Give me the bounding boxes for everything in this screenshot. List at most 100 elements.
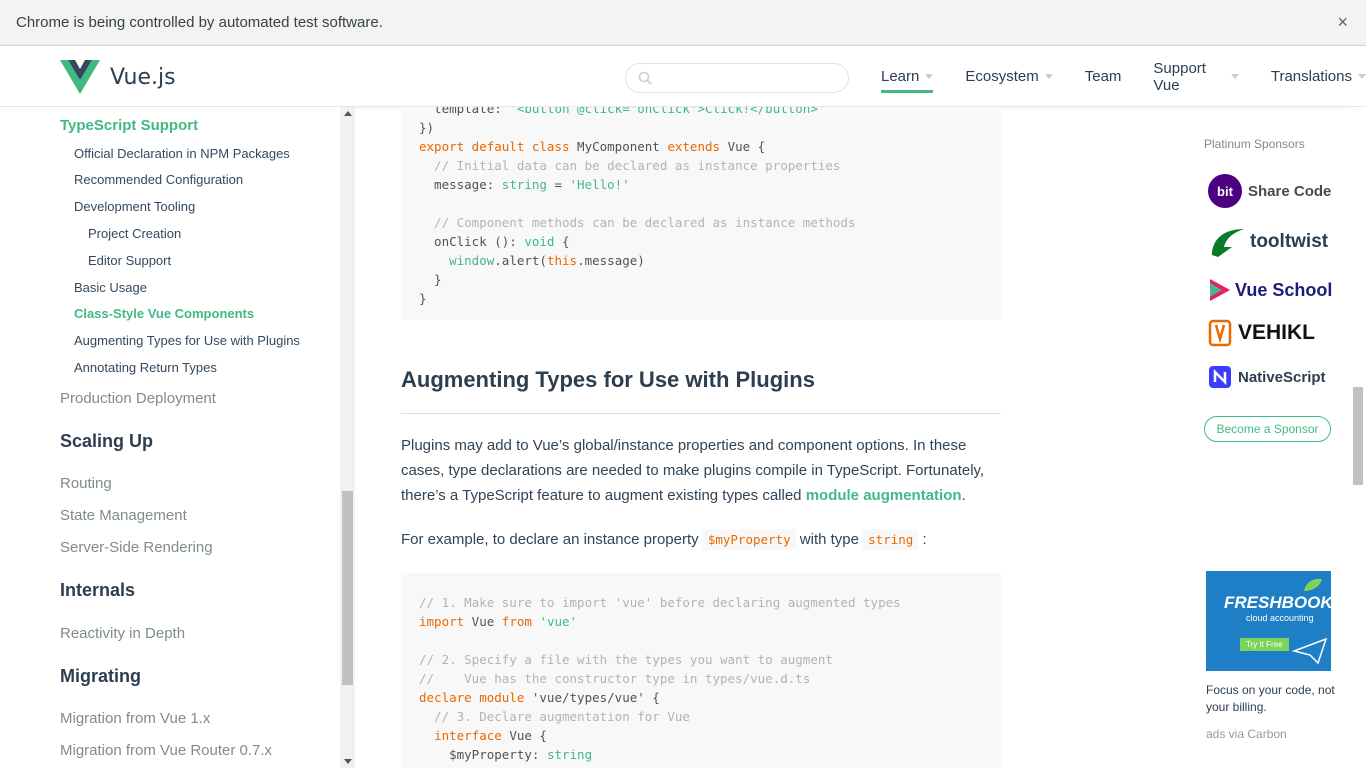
freshbooks-ad[interactable]: FRESHBOOKS cloud accounting Try It Free — [1206, 571, 1344, 671]
nav-ecosystem[interactable]: Ecosystem — [965, 62, 1053, 92]
code-line: template: '<button @click="onClick">Clic… — [419, 107, 825, 118]
sidebar-item-editor-support[interactable]: Editor Support — [88, 253, 171, 268]
sidebar-scrollbar-thumb[interactable] — [342, 491, 353, 685]
sidebar-item-production-deployment[interactable]: Production Deployment — [60, 390, 216, 407]
logo[interactable]: Vue.js — [60, 60, 176, 94]
sidebar-item-official-declaration[interactable]: Official Declaration in NPM Packages — [74, 146, 290, 161]
chevron-down-icon — [925, 73, 934, 79]
sponsor-name: Vue School — [1235, 279, 1333, 300]
sidebar-item-annotating-return-types[interactable]: Annotating Return Types — [74, 360, 217, 375]
code-line: window.alert(this.message) — [419, 251, 645, 270]
code-token: 'Hello!' — [569, 177, 630, 192]
leaf-icon — [1304, 578, 1322, 591]
code-token: // 3. Declare augmentation for Vue — [419, 709, 690, 724]
sponsor-name: NativeScript — [1238, 368, 1326, 386]
scroll-up-icon[interactable] — [344, 111, 352, 116]
code-line: declare module 'vue/types/vue' { — [419, 688, 660, 707]
sidebar-item-recommended-configuration[interactable]: Recommended Configuration — [74, 172, 243, 187]
sidebar-item-migration-vue-1x[interactable]: Migration from Vue 1.x — [60, 710, 210, 727]
become-sponsor-button[interactable]: Become a Sponsor — [1204, 416, 1331, 442]
code-token: .alert( — [494, 253, 547, 268]
ad-subtitle: cloud accounting — [1246, 613, 1314, 623]
sponsor-vehikl[interactable]: VEHIKL — [1208, 319, 1315, 347]
paragraph-example: For example, to declare an instance prop… — [401, 527, 1001, 552]
code-token: }) — [419, 120, 435, 135]
vue-logo-icon — [60, 60, 100, 94]
sidebar-item-class-style-vue-components[interactable]: Class-Style Vue Components — [74, 306, 254, 321]
code-line: export default class MyComponent extends… — [419, 137, 765, 156]
code-line: // 2. Specify a file with the types you … — [419, 650, 833, 669]
code-token: string — [501, 177, 547, 192]
sidebar-item-server-side-rendering[interactable]: Server-Side Rendering — [60, 539, 213, 556]
code-token: string — [546, 747, 593, 762]
code-token: $myProperty: — [419, 747, 547, 762]
code-token: } — [419, 291, 427, 306]
code-line: } — [419, 289, 427, 308]
code-line: interface Vue { — [419, 726, 547, 745]
window-scrollbar-thumb[interactable] — [1353, 387, 1363, 485]
ad-text[interactable]: Focus on your code, not your billing. — [1206, 682, 1336, 716]
sidebar-item-development-tooling[interactable]: Development Tooling — [74, 199, 195, 214]
scroll-down-icon[interactable] — [344, 759, 352, 764]
code-token: 'vue' — [539, 614, 578, 629]
code-token: import — [419, 614, 465, 629]
chevron-down-icon — [1044, 74, 1053, 79]
paragraph-text: : — [918, 531, 927, 548]
sidebar-item-project-creation[interactable]: Project Creation — [88, 226, 181, 241]
code-token: // Initial data can be declared as insta… — [419, 158, 841, 173]
sidebar-item-migration-vue-router[interactable]: Migration from Vue Router 0.7.x — [60, 742, 272, 759]
sidebar-heading-migrating: Migrating — [60, 666, 141, 686]
sponsor-nativescript[interactable]: NativeScript — [1208, 365, 1326, 389]
sidebar-item-augmenting-types[interactable]: Augmenting Types for Use with Plugins — [74, 333, 300, 348]
sponsor-bit[interactable]: bit Share Code — [1208, 174, 1331, 208]
site-header: Vue.js Learn Ecosystem Team Support Vue … — [0, 46, 1366, 107]
code-line: $myProperty: string — [419, 745, 592, 764]
code-line: }) — [419, 118, 434, 137]
close-icon[interactable]: × — [1337, 12, 1348, 33]
window-scrollbar[interactable] — [1350, 107, 1366, 768]
code-token: // Vue has the constructor type in types… — [419, 671, 811, 686]
sidebar-item-typescript-support[interactable]: TypeScript Support — [60, 117, 198, 134]
vehikl-logo-icon — [1208, 319, 1232, 347]
sponsors-title: Platinum Sponsors — [1204, 137, 1305, 151]
search-box[interactable] — [625, 63, 849, 93]
code-token: // 2. Specify a file with the types you … — [419, 652, 833, 667]
code-token: onClick (): — [419, 234, 525, 249]
nav-team-label: Team — [1084, 68, 1122, 85]
code-token: Vue { — [501, 728, 547, 743]
inline-code: $myProperty — [702, 529, 796, 550]
nav-translations[interactable]: Translations — [1271, 62, 1366, 92]
ad-try-button[interactable]: Try It Free — [1240, 638, 1289, 651]
sponsor-tooltwist[interactable]: tooltwist — [1208, 225, 1328, 259]
main-content: template: '<button @click="onClick">Clic… — [355, 107, 1350, 768]
code-line: // 1. Make sure to import 'vue' before d… — [419, 593, 901, 612]
nav-support-vue[interactable]: Support Vue — [1153, 60, 1239, 94]
ad-carbon-link[interactable]: ads via Carbon — [1206, 727, 1287, 741]
nav-translations-label: Translations — [1270, 68, 1352, 85]
code-token: MyComponent — [569, 139, 668, 154]
paragraph-text: For example, to declare an instance prop… — [401, 531, 703, 548]
module-augmentation-link[interactable]: module augmentation — [806, 487, 962, 504]
sidebar-item-reactivity-in-depth[interactable]: Reactivity in Depth — [60, 625, 185, 642]
code-token: { — [554, 234, 570, 249]
nav-team[interactable]: Team — [1085, 62, 1122, 92]
nav-ecosystem-label: Ecosystem — [965, 68, 1039, 85]
code-token: Vue — [464, 614, 502, 629]
search-icon — [638, 71, 652, 85]
code-block-class-component: template: '<button @click="onClick">Clic… — [401, 107, 1001, 320]
paragraph-plugins: Plugins may add to Vue’s global/instance… — [401, 433, 1001, 508]
sidebar-item-state-management[interactable]: State Management — [60, 507, 187, 524]
sidebar: TypeScript Support Official Declaration … — [0, 107, 355, 768]
sponsor-vue-school[interactable]: Vue School — [1208, 277, 1332, 303]
sidebar-item-basic-usage[interactable]: Basic Usage — [74, 280, 147, 295]
paragraph-text: with type — [795, 531, 864, 548]
nav-learn[interactable]: Learn — [881, 61, 934, 93]
code-token: declare module — [419, 690, 525, 705]
sidebar-item-routing[interactable]: Routing — [60, 475, 112, 492]
code-token: 'vue/types/vue' { — [524, 690, 660, 705]
logo-text: Vue.js — [110, 64, 176, 90]
search-input[interactable] — [660, 64, 840, 92]
sidebar-scrollbar[interactable] — [340, 107, 355, 768]
